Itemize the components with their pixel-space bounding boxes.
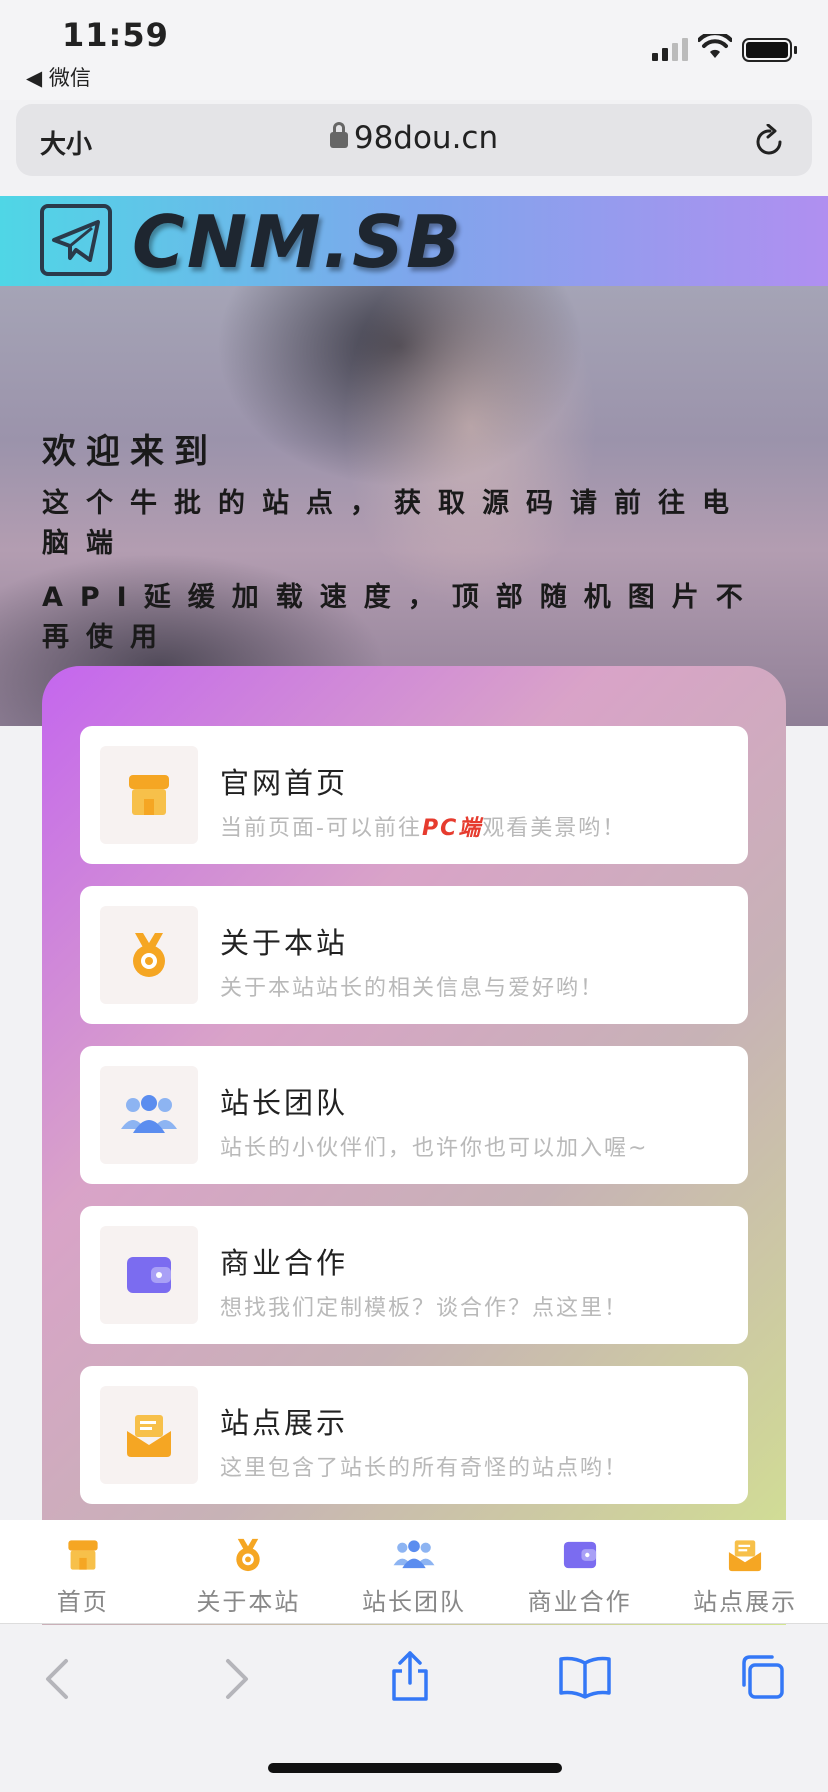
wifi-icon	[698, 34, 732, 58]
bookmarks-icon[interactable]	[558, 1655, 612, 1699]
url-text: 98dou.cn	[353, 120, 499, 156]
shop-icon	[0, 1534, 166, 1576]
card-subtitle: 关于本站站长的相关信息与爱好哟！	[220, 976, 605, 1001]
tab-label: 关于本站	[196, 1588, 301, 1616]
telegram-logo-icon[interactable]	[40, 204, 112, 276]
bottom-tab-bar: 首页 关于本站 站长团队 商业合作 站点展示	[0, 1520, 828, 1624]
card-title: 关于本站	[220, 926, 349, 960]
tab-label: 站长团队	[361, 1588, 466, 1616]
wallet-icon	[100, 1226, 198, 1324]
url-field[interactable]: 98dou.cn	[16, 120, 812, 156]
site-header: CNM.SB	[0, 196, 828, 286]
tabs-icon[interactable]	[736, 1653, 786, 1701]
hero-banner: 欢迎来到 这个牛批的站点，获取源码请前往电脑端 API延缓加载速度，顶部随机图片…	[0, 286, 828, 726]
mail-box-icon	[100, 1386, 198, 1484]
tab-team[interactable]: 站长团队	[331, 1520, 497, 1623]
cellular-signal-icon	[652, 38, 688, 61]
tab-home[interactable]: 首页	[0, 1520, 166, 1623]
card-sites[interactable]: 站点展示 这里包含了站长的所有奇怪的站点哟！	[80, 1366, 748, 1504]
site-title[interactable]: CNM.SB	[132, 200, 463, 284]
status-bar: 11:59 ◀ 微信	[0, 0, 828, 100]
card-home[interactable]: 官网首页 当前页面-可以前往PC端观看美景哟！	[80, 726, 748, 864]
card-title: 商业合作	[220, 1246, 349, 1280]
lock-icon	[329, 122, 348, 148]
forward-icon[interactable]	[222, 1657, 252, 1701]
card-business[interactable]: 商业合作 想找我们定制模板？谈合作？点这里！	[80, 1206, 748, 1344]
card-subtitle: 当前页面-可以前往PC端观看美景哟！	[220, 816, 627, 841]
card-title: 站点展示	[220, 1406, 349, 1440]
mail-box-icon	[662, 1534, 828, 1576]
card-about[interactable]: 关于本站 关于本站站长的相关信息与爱好哟！	[80, 886, 748, 1024]
tab-sites[interactable]: 站点展示	[662, 1520, 828, 1623]
reload-icon[interactable]	[754, 124, 786, 158]
medal-icon	[100, 906, 198, 1004]
team-icon	[100, 1066, 198, 1164]
clock: 11:59	[62, 16, 169, 54]
card-title: 站长团队	[220, 1086, 349, 1120]
wallet-icon	[497, 1534, 663, 1576]
battery-icon	[742, 38, 797, 62]
hero-title: 欢迎来到	[42, 432, 218, 472]
hero-line-2: API延缓加载速度，顶部随机图片不再使用	[42, 582, 760, 653]
back-icon[interactable]	[42, 1657, 72, 1701]
card-subtitle: 站长的小伙伴们，也许你也可以加入喔~	[220, 1136, 649, 1161]
card-title: 官网首页	[220, 766, 349, 800]
home-indicator[interactable]	[268, 1763, 562, 1773]
hero-line-1: 这个牛批的站点，获取源码请前往电脑端	[42, 488, 746, 559]
card-team[interactable]: 站长团队 站长的小伙伴们，也许你也可以加入喔~	[80, 1046, 748, 1184]
tab-label: 站点展示	[693, 1588, 798, 1616]
team-icon	[331, 1534, 497, 1576]
tab-label: 商业合作	[527, 1588, 632, 1616]
address-bar[interactable]: 大小 98dou.cn	[16, 104, 812, 176]
shop-icon	[100, 746, 198, 844]
tab-label: 首页	[56, 1588, 109, 1616]
medal-icon	[166, 1534, 332, 1576]
tab-about[interactable]: 关于本站	[166, 1520, 332, 1623]
card-subtitle: 想找我们定制模板？谈合作？点这里！	[220, 1296, 629, 1321]
share-icon[interactable]	[388, 1649, 432, 1703]
card-subtitle: 这里包含了站长的所有奇怪的站点哟！	[220, 1456, 629, 1481]
tab-business[interactable]: 商业合作	[497, 1520, 663, 1623]
back-to-app-link[interactable]: ◀ 微信	[26, 62, 91, 92]
